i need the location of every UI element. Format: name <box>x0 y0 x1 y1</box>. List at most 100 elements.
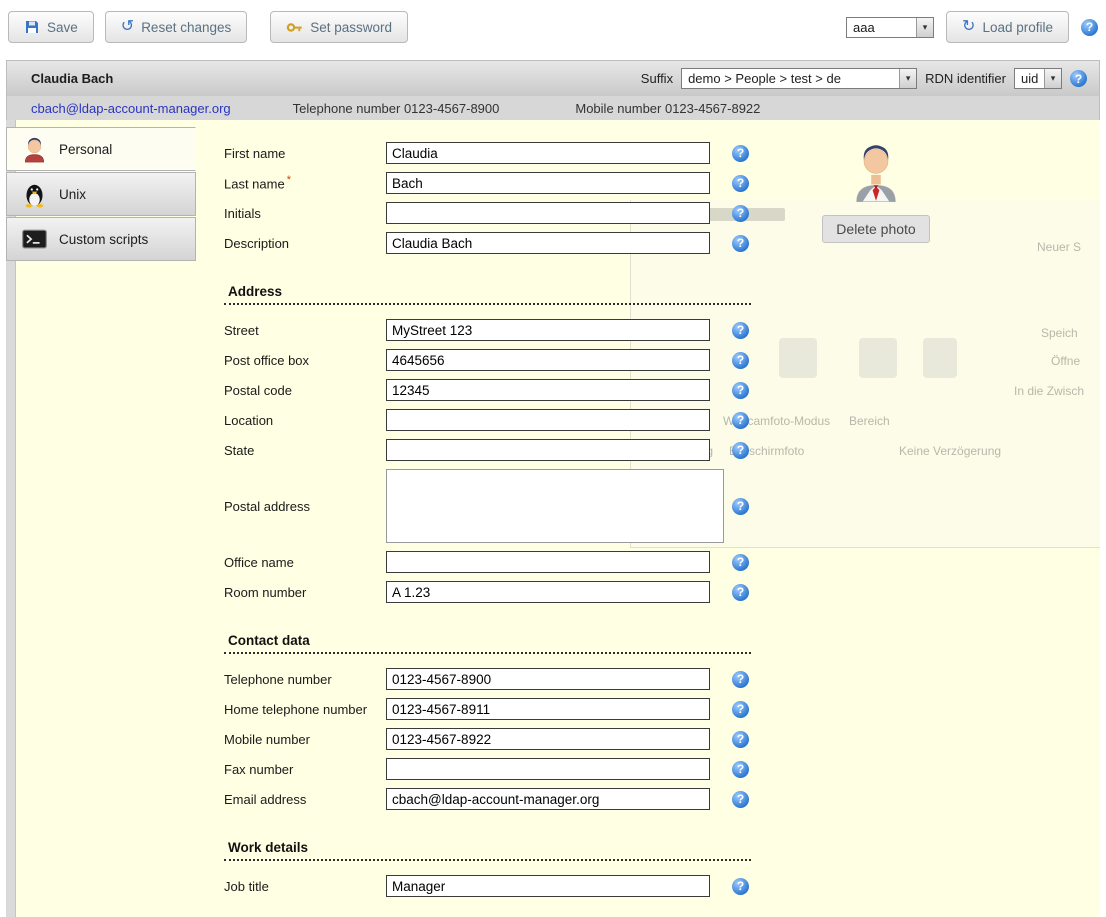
initials-label: Initials <box>224 206 386 221</box>
set-password-button[interactable]: Set password <box>270 11 408 43</box>
set-password-label: Set password <box>310 20 392 35</box>
reset-label: Reset changes <box>141 20 231 35</box>
help-icon[interactable]: ? <box>732 235 749 252</box>
job-title-label: Job title <box>224 879 386 894</box>
last-name-label: Last name* <box>224 174 386 191</box>
form-row-home-telephone: Home telephone number ? <box>224 698 1100 720</box>
load-profile-button[interactable]: ↻ Load profile <box>946 11 1069 43</box>
room-number-input[interactable] <box>386 581 710 603</box>
tab-unix[interactable]: Unix <box>6 172 196 216</box>
delete-photo-button[interactable]: Delete photo <box>822 215 929 243</box>
help-icon[interactable]: ? <box>732 671 749 688</box>
help-icon[interactable]: ? <box>732 382 749 399</box>
form-row-first-name: First name ? <box>224 142 1100 164</box>
help-icon[interactable]: ? <box>732 322 749 339</box>
help-icon[interactable]: ? <box>732 791 749 808</box>
form-row-last-name: Last name* ? <box>224 172 1100 194</box>
chevron-down-icon: ▾ <box>899 69 916 88</box>
suffix-label: Suffix <box>641 71 673 86</box>
form-row-email: Email address ? <box>224 788 1100 810</box>
key-icon <box>286 20 303 35</box>
first-name-input[interactable] <box>386 142 710 164</box>
office-name-input[interactable] <box>386 551 710 573</box>
tab-custom-scripts[interactable]: Custom scripts <box>6 217 196 261</box>
account-summary-bar: cbach@ldap-account-manager.org Telephone… <box>6 96 1100 120</box>
profile-select[interactable]: aaa ▾ <box>846 17 934 38</box>
postal-address-textarea[interactable] <box>386 469 724 543</box>
form-row-telephone: Telephone number ? <box>224 668 1100 690</box>
po-box-input[interactable] <box>386 349 710 371</box>
help-icon[interactable]: ? <box>732 731 749 748</box>
rdn-select-value: uid <box>1015 69 1044 88</box>
load-profile-label: Load profile <box>982 20 1053 35</box>
email-link[interactable]: cbach@ldap-account-manager.org <box>31 101 231 116</box>
email-input[interactable] <box>386 788 710 810</box>
help-icon[interactable]: ? <box>732 145 749 162</box>
form-row-po-box: Post office box ? <box>224 349 1100 371</box>
titlebar-controls: Suffix demo > People > test > de ▾ RDN i… <box>641 68 1087 89</box>
help-icon[interactable]: ? <box>1081 19 1098 36</box>
save-icon <box>24 19 40 35</box>
tab-personal-label: Personal <box>59 142 112 157</box>
last-name-input[interactable] <box>386 172 710 194</box>
help-icon[interactable]: ? <box>732 761 749 778</box>
main-toolbar: Save ↺ Reset changes Set password aaa ▾ … <box>8 8 1098 46</box>
tab-personal[interactable]: Personal <box>6 127 196 171</box>
help-icon[interactable]: ? <box>732 205 749 222</box>
telephone-input[interactable] <box>386 668 710 690</box>
mobile-label: Mobile number <box>224 732 386 747</box>
section-header-contact: Contact data <box>224 627 751 654</box>
fax-label: Fax number <box>224 762 386 777</box>
help-icon[interactable]: ? <box>732 175 749 192</box>
postal-code-label: Postal code <box>224 383 386 398</box>
chevron-down-icon: ▾ <box>916 18 933 37</box>
help-icon[interactable]: ? <box>732 878 749 895</box>
street-label: Street <box>224 323 386 338</box>
form-row-street: Street ? <box>224 319 1100 341</box>
reset-changes-button[interactable]: ↺ Reset changes <box>105 11 247 43</box>
user-photo-block: Delete photo <box>816 140 936 243</box>
state-input[interactable] <box>386 439 710 461</box>
lam-user-edit-page: Save ↺ Reset changes Set password aaa ▾ … <box>0 0 1106 917</box>
postal-address-label: Postal address <box>224 499 386 514</box>
mobile-input[interactable] <box>386 728 710 750</box>
job-title-input[interactable] <box>386 875 710 897</box>
suffix-select[interactable]: demo > People > test > de ▾ <box>681 68 917 89</box>
save-button[interactable]: Save <box>8 11 94 43</box>
undo-icon: ↺ <box>121 19 134 35</box>
form-row-office-name: Office name ? <box>224 551 1100 573</box>
help-icon[interactable]: ? <box>732 584 749 601</box>
help-icon[interactable]: ? <box>1070 70 1087 87</box>
location-input[interactable] <box>386 409 710 431</box>
last-name-label-text: Last name <box>224 177 285 192</box>
help-icon[interactable]: ? <box>732 554 749 571</box>
room-number-label: Room number <box>224 585 386 600</box>
description-input[interactable] <box>386 232 710 254</box>
postal-code-input[interactable] <box>386 379 710 401</box>
form-row-postal-code: Postal code ? <box>224 379 1100 401</box>
office-name-label: Office name <box>224 555 386 570</box>
telephone-label: Telephone number <box>224 672 386 687</box>
help-icon[interactable]: ? <box>732 412 749 429</box>
form-row-fax: Fax number ? <box>224 758 1100 780</box>
rdn-label: RDN identifier <box>925 71 1006 86</box>
account-frame: Claudia Bach Suffix demo > People > test… <box>6 60 1100 917</box>
rdn-select[interactable]: uid ▾ <box>1014 68 1062 89</box>
chevron-down-icon: ▾ <box>1044 69 1061 88</box>
home-telephone-input[interactable] <box>386 698 710 720</box>
help-icon[interactable]: ? <box>732 498 749 515</box>
help-icon[interactable]: ? <box>732 442 749 459</box>
person-icon <box>20 135 48 163</box>
form-row-job-title: Job title ? <box>224 875 1100 897</box>
summary-telephone: Telephone number 0123-4567-8900 <box>293 101 500 116</box>
help-icon[interactable]: ? <box>732 701 749 718</box>
fax-input[interactable] <box>386 758 710 780</box>
description-label: Description <box>224 236 386 251</box>
help-icon[interactable]: ? <box>732 352 749 369</box>
initials-input[interactable] <box>386 202 710 224</box>
tab-unix-label: Unix <box>59 187 86 202</box>
reload-icon: ↻ <box>962 19 975 35</box>
form-row-mobile: Mobile number ? <box>224 728 1100 750</box>
terminal-icon <box>20 225 48 253</box>
street-input[interactable] <box>386 319 710 341</box>
